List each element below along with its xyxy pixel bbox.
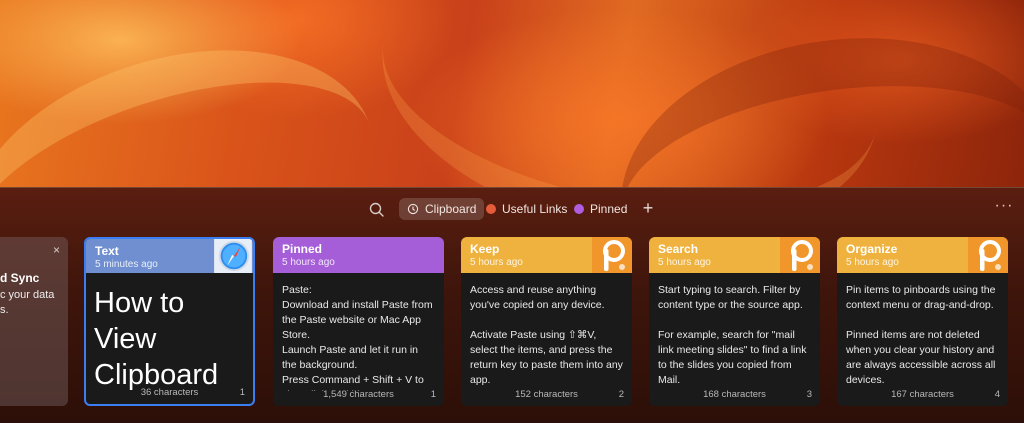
search-button[interactable]: [368, 201, 386, 219]
clipboard-card-text[interactable]: Text 5 minutes ago How to View Clipboard…: [84, 237, 255, 406]
card-time: 5 hours ago: [282, 257, 335, 268]
more-options-button[interactable]: ···: [993, 197, 1015, 216]
tab-pinned[interactable]: Pinned: [566, 198, 635, 220]
card-index: 4: [994, 389, 1000, 400]
card-index: 1: [239, 387, 245, 398]
card-header: Organize 5 hours ago: [837, 237, 1008, 273]
card-header: Pinned 5 hours ago: [273, 237, 444, 273]
clipboard-card-organize[interactable]: Organize 5 hours ago Pin items to pinboa…: [837, 237, 1008, 406]
card-time: 5 hours ago: [658, 257, 711, 268]
tab-label: Pinned: [590, 202, 628, 216]
promo-title: d Sync: [0, 271, 40, 285]
clipboard-card-search[interactable]: Search 5 hours ago Start typing to searc…: [649, 237, 820, 406]
tab-label: Useful Links: [502, 202, 568, 216]
paste-icon: [592, 237, 632, 273]
pinboard-color-dot: [574, 204, 584, 214]
plus-icon: +: [642, 198, 654, 218]
tab-useful-links[interactable]: Useful Links: [478, 198, 575, 220]
card-type: Organize: [846, 242, 898, 256]
char-count: 36 characters: [140, 387, 199, 398]
card-type: Pinned: [282, 242, 323, 256]
card-type: Keep: [470, 242, 500, 256]
char-count: 168 characters: [703, 389, 766, 400]
card-type: Search: [658, 242, 699, 256]
ellipsis-icon: ···: [994, 197, 1014, 214]
search-icon: [369, 202, 384, 217]
card-content: Access and reuse anything you've copied …: [470, 284, 623, 386]
desktop-wallpaper: [0, 0, 1024, 187]
tab-clipboard[interactable]: Clipboard: [399, 198, 485, 220]
card-index: 1: [430, 389, 436, 400]
clipboard-card-keep[interactable]: Keep 5 hours ago Access and reuse anythi…: [461, 237, 632, 406]
card-time: 5 hours ago: [470, 257, 523, 268]
clipboard-card-pinned[interactable]: Pinned 5 hours ago Paste: Download and i…: [273, 237, 444, 406]
safari-icon: [214, 239, 252, 273]
card-type: Text: [95, 244, 119, 258]
paste-icon: [968, 237, 1008, 273]
card-content: Start typing to search. Filter by conten…: [658, 284, 807, 386]
card-index: 3: [806, 389, 812, 400]
card-time: 5 minutes ago: [95, 259, 158, 270]
card-content: Pin items to pinboards using the context…: [846, 284, 996, 386]
char-count: 167 characters: [891, 389, 954, 400]
card-content: How to View Clipboard: [94, 287, 219, 391]
card-time: 5 hours ago: [846, 257, 899, 268]
add-pinboard-button[interactable]: +: [639, 199, 657, 217]
panel-toolbar: Clipboard Useful Links Pinned + ···: [0, 188, 1024, 230]
char-count: 1,549 characters: [323, 389, 394, 400]
promo-text: c your data: [0, 289, 55, 301]
card-header: Keep 5 hours ago: [461, 237, 632, 273]
char-count: 152 characters: [515, 389, 578, 400]
paste-icon: [780, 237, 820, 273]
close-icon[interactable]: ×: [53, 243, 60, 257]
card-index: 2: [618, 389, 624, 400]
promo-text: s.: [0, 304, 9, 316]
sync-promo-card[interactable]: × d Sync c your data s.: [0, 237, 68, 406]
card-header: Search 5 hours ago: [649, 237, 820, 273]
paste-panel: Clipboard Useful Links Pinned + ··· × d …: [0, 187, 1024, 423]
card-header: Text 5 minutes ago: [86, 239, 253, 273]
pinboard-color-dot: [486, 204, 496, 214]
history-icon: [407, 203, 419, 215]
card-content: Paste: Download and install Paste from t…: [282, 284, 433, 391]
tab-label: Clipboard: [425, 202, 477, 216]
